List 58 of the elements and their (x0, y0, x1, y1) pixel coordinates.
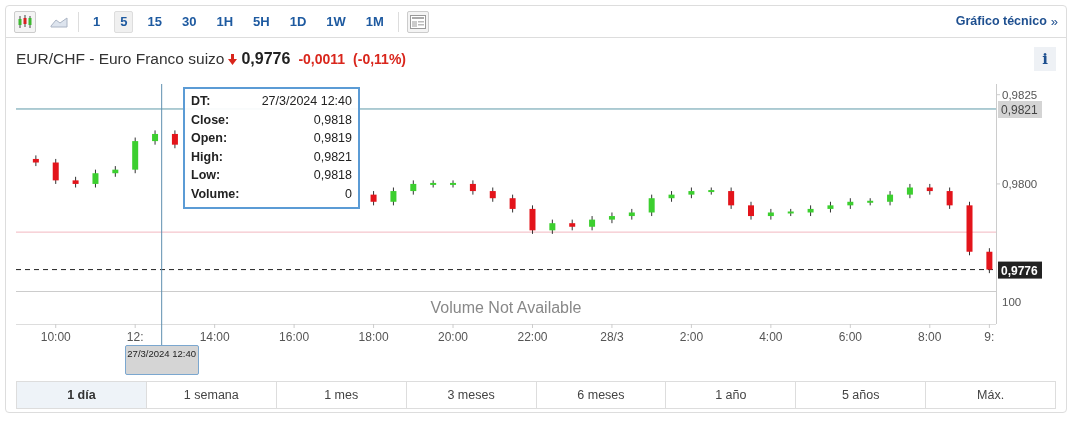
price-value: 0,9776 (241, 49, 291, 69)
axis-label: 10:00 (40, 330, 71, 344)
crosshair-date-label: 27/3/2024 12:40 (124, 345, 199, 375)
crosshair-price-label: 0,9821 (998, 101, 1042, 118)
percent-change: (-0,11%) (353, 49, 407, 69)
interval-button[interactable]: 1W (320, 10, 352, 33)
tooltip-label: High: (191, 148, 223, 166)
tooltip-label: Volume: (191, 185, 240, 203)
volume-message: Volume Not Available (430, 299, 582, 316)
interval-button[interactable]: 1 (87, 10, 107, 33)
interval-button[interactable]: 1H (210, 10, 240, 33)
instrument-title: EUR/CHF - Euro Franco suizo (16, 49, 225, 70)
tooltip-value: 0,9818 (313, 111, 352, 129)
tooltip-value: 0,9819 (313, 130, 352, 147)
range-tab[interactable]: 1 semana (146, 381, 277, 409)
axis-label: 14:00 (199, 330, 230, 344)
tooltip-value: 27/3/2024 12:40 (261, 93, 352, 110)
axis-label: 8:00 (918, 330, 942, 344)
last-price-label: 0,9776 (998, 261, 1042, 279)
axis-label: 20:00 (438, 330, 469, 344)
axis-label: 22:00 (517, 330, 548, 344)
tooltip-label: Low: (191, 167, 221, 184)
axis-label: 12: (126, 330, 144, 344)
tooltip-label: DT: (191, 93, 211, 110)
axis-label: 16:00 (279, 330, 310, 344)
axis-label: 18:00 (358, 330, 389, 344)
interval-button[interactable]: 1M (359, 10, 390, 33)
price-change: -0,0011 (298, 49, 346, 69)
axis-label: 100 (1002, 296, 1022, 308)
range-tab[interactable]: 6 meses (536, 381, 667, 409)
tooltip-value: 0,9818 (313, 167, 352, 184)
tooltip-label: Close: (191, 111, 230, 129)
tooltip-value: 0 (345, 185, 352, 203)
axis-label: 0,9825 (1002, 88, 1038, 101)
axis-label: 9: (984, 330, 995, 344)
range-tab[interactable]: Máx. (926, 381, 1056, 409)
axis-label: 0,9800 (1002, 177, 1038, 190)
info-button[interactable]: i (1034, 47, 1056, 71)
range-tab[interactable]: 1 mes (276, 381, 407, 409)
double-chevron-icon: » (1050, 11, 1058, 32)
axis-label: 4:00 (759, 330, 783, 344)
tooltip-label: Open: (191, 130, 228, 147)
interval-button[interactable]: 1D (283, 10, 313, 33)
range-tab[interactable]: 5 años (796, 381, 927, 409)
range-tab[interactable]: 1 año (666, 381, 797, 409)
interval-button[interactable]: 15 (141, 10, 168, 33)
range-tab[interactable]: 1 día (16, 381, 147, 409)
interval-button[interactable]: 5H (247, 10, 276, 33)
range-tab[interactable]: 3 meses (406, 381, 537, 409)
candlestick-chart-button[interactable] (14, 10, 36, 33)
layout-icon[interactable] (406, 10, 429, 33)
axis-label: 2:00 (679, 330, 704, 344)
interval-button[interactable]: 5 (114, 10, 134, 33)
axis-label: 28/3 (600, 330, 624, 344)
tooltip-value: 0,9821 (313, 148, 352, 166)
technical-chart-link[interactable]: Gráfico técnico (955, 12, 1047, 31)
interval-button[interactable]: 30 (175, 10, 203, 33)
axis-label: 6:00 (838, 330, 862, 344)
